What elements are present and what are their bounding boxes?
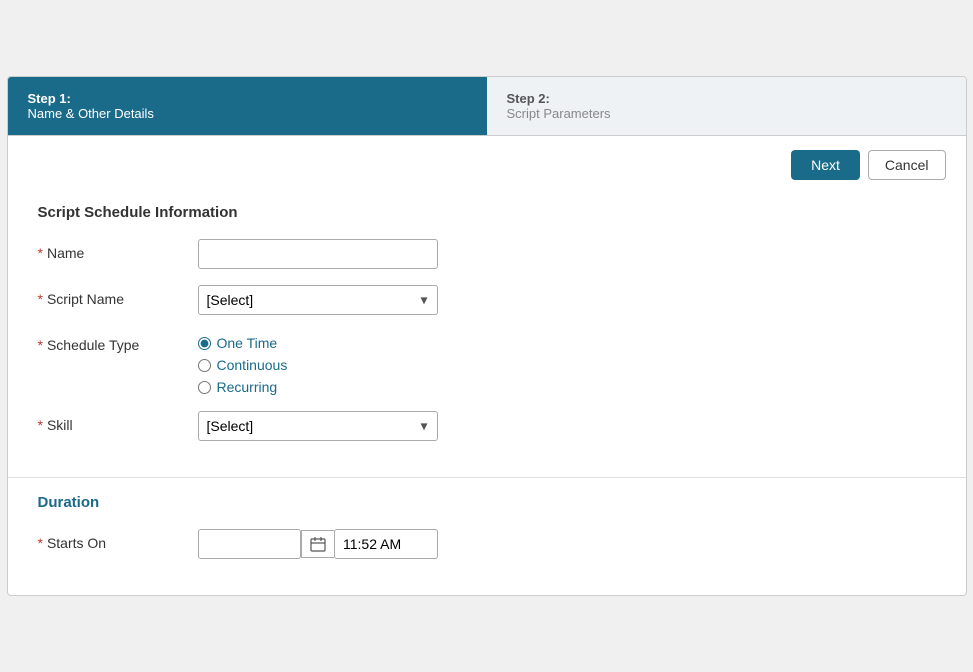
- name-required-star: *: [38, 245, 43, 261]
- script-name-control: [Select]: [198, 285, 438, 315]
- skill-label: * Skill: [38, 411, 198, 433]
- calendar-button[interactable]: [301, 530, 334, 558]
- name-control: [198, 239, 438, 269]
- skill-row: * Skill [Select]: [38, 411, 936, 441]
- script-name-required-star: *: [38, 291, 43, 307]
- modal-container: Step 1: Name & Other Details Step 2: Scr…: [7, 76, 967, 596]
- schedule-type-label-text: Schedule Type: [47, 337, 139, 353]
- skill-required-star: *: [38, 417, 43, 433]
- script-name-label-text: Script Name: [47, 291, 124, 307]
- schedule-type-radio-group: One Time Continuous Recurring: [198, 331, 438, 395]
- step1-name: Name & Other Details: [28, 106, 467, 121]
- calendar-icon: [310, 536, 326, 552]
- duration-section: Duration * Starts On: [8, 478, 966, 595]
- starts-on-time-input[interactable]: [334, 529, 438, 559]
- step1-number: Step 1:: [28, 91, 467, 106]
- skill-label-text: Skill: [47, 417, 73, 433]
- starts-on-label-text: Starts On: [47, 535, 106, 551]
- script-name-label: * Script Name: [38, 285, 198, 307]
- radio-one-time-input[interactable]: [198, 337, 211, 350]
- radio-continuous[interactable]: Continuous: [198, 357, 438, 373]
- name-input[interactable]: [198, 239, 438, 269]
- step2-name: Script Parameters: [507, 106, 946, 121]
- step-header: Step 1: Name & Other Details Step 2: Scr…: [8, 77, 966, 136]
- starts-on-control: [198, 529, 438, 559]
- radio-continuous-label: Continuous: [217, 357, 288, 373]
- schedule-type-control: One Time Continuous Recurring: [198, 331, 438, 395]
- toolbar: Next Cancel: [8, 136, 966, 194]
- schedule-type-label: * Schedule Type: [38, 331, 198, 353]
- script-name-select-wrapper: [Select]: [198, 285, 438, 315]
- name-label-text: Name: [47, 245, 84, 261]
- step2-number: Step 2:: [507, 91, 946, 106]
- skill-control: [Select]: [198, 411, 438, 441]
- skill-select-wrapper: [Select]: [198, 411, 438, 441]
- schedule-type-row: * Schedule Type One Time Continuous Rec: [38, 331, 936, 395]
- radio-continuous-input[interactable]: [198, 359, 211, 372]
- cancel-button[interactable]: Cancel: [868, 150, 946, 180]
- radio-recurring-input[interactable]: [198, 381, 211, 394]
- radio-recurring-label: Recurring: [217, 379, 278, 395]
- radio-recurring[interactable]: Recurring: [198, 379, 438, 395]
- starts-on-inputs: [198, 529, 438, 559]
- step2-tab[interactable]: Step 2: Script Parameters: [487, 77, 966, 135]
- script-schedule-section: Script Schedule Information * Name * Scr…: [8, 194, 966, 478]
- skill-select[interactable]: [Select]: [198, 411, 438, 441]
- starts-on-date-input[interactable]: [198, 529, 302, 559]
- radio-one-time[interactable]: One Time: [198, 335, 438, 351]
- name-label: * Name: [38, 239, 198, 261]
- next-button[interactable]: Next: [791, 150, 860, 180]
- starts-on-row: * Starts On: [38, 529, 936, 559]
- name-row: * Name: [38, 239, 936, 269]
- duration-title: Duration: [38, 494, 936, 511]
- radio-one-time-label: One Time: [217, 335, 278, 351]
- starts-on-required-star: *: [38, 535, 43, 551]
- step1-tab[interactable]: Step 1: Name & Other Details: [8, 77, 487, 135]
- starts-on-label: * Starts On: [38, 529, 198, 551]
- script-name-row: * Script Name [Select]: [38, 285, 936, 315]
- schedule-type-required-star: *: [38, 337, 43, 353]
- section-title: Script Schedule Information: [38, 204, 936, 221]
- script-name-select[interactable]: [Select]: [198, 285, 438, 315]
